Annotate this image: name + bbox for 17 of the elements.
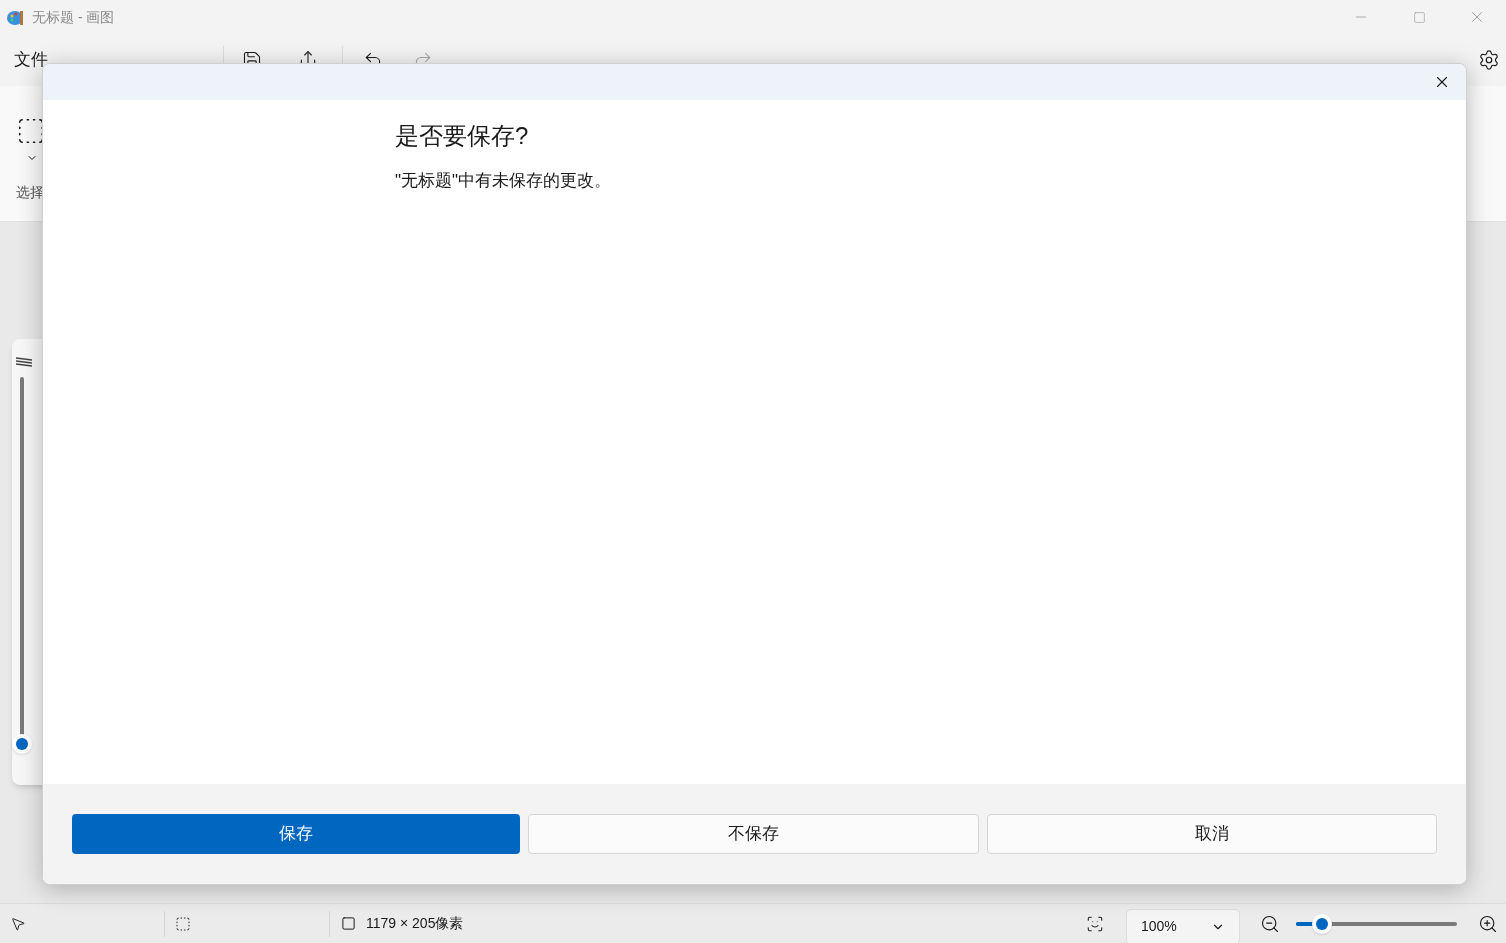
dialog-button[interactable]: 不保存 <box>528 814 979 854</box>
menu-item[interactable]: 文件 <box>14 47 48 73</box>
settings-icon[interactable] <box>1478 49 1500 71</box>
save-button[interactable]: 保存 <box>72 814 521 854</box>
zoom-dropdown[interactable]: 100% <box>1126 908 1240 943</box>
ribbon-group-label: 选择 <box>16 183 44 202</box>
zoom-out-icon[interactable] <box>1260 913 1280 934</box>
line-thickness-icon <box>16 357 32 367</box>
canvas-size: 1179 × 205像素 <box>366 914 464 933</box>
pointer-icon <box>10 915 26 932</box>
dialog-title: 是否要保存? <box>395 121 529 151</box>
window-title: 无标题 - 画图 <box>32 7 115 27</box>
dialog-button[interactable]: 取消 <box>986 814 1437 854</box>
dialog-message: "无标题"中有未保存的更改。 <box>395 170 612 192</box>
selection-size-icon <box>175 915 191 932</box>
zoom-in-icon[interactable] <box>1478 913 1498 934</box>
canvas-size-icon <box>341 916 356 931</box>
